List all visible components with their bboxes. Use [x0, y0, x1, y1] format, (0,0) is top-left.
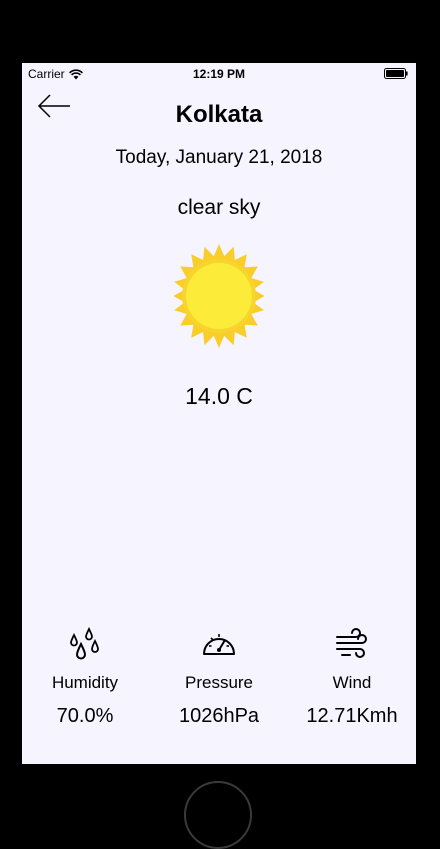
- status-bar: Carrier 12:19 PM: [22, 63, 416, 85]
- pressure-stat: Pressure 1026hPa: [154, 627, 284, 728]
- status-time: 12:19 PM: [192, 67, 246, 81]
- humidity-value: 70.0%: [56, 705, 114, 727]
- wind-label: Wind: [332, 673, 372, 692]
- humidity-stat: Humidity 70.0%: [22, 627, 150, 728]
- app-screen: Carrier 12:19 PM Kolkata Today, January …: [22, 63, 416, 764]
- sun-icon: [173, 244, 265, 348]
- humidity-label: Humidity: [51, 673, 119, 692]
- pressure-value: 1026hPa: [178, 705, 260, 727]
- weather-condition: clear sky: [177, 196, 261, 219]
- temperature-value: 14.0 C: [185, 383, 253, 409]
- battery-icon: [384, 68, 408, 79]
- sun-core: [186, 263, 252, 329]
- wind-icon: [336, 628, 367, 658]
- date-label: Today, January 21, 2018: [115, 147, 323, 168]
- wind-stat: Wind 12.71Kmh: [287, 627, 416, 728]
- pressure-gauge-icon: [203, 634, 235, 655]
- wind-value: 12.71Kmh: [306, 705, 398, 727]
- pressure-label: Pressure: [184, 673, 254, 692]
- city-title: Kolkata: [175, 101, 263, 128]
- humidity-drops-icon: [70, 627, 99, 660]
- home-button[interactable]: [184, 781, 252, 849]
